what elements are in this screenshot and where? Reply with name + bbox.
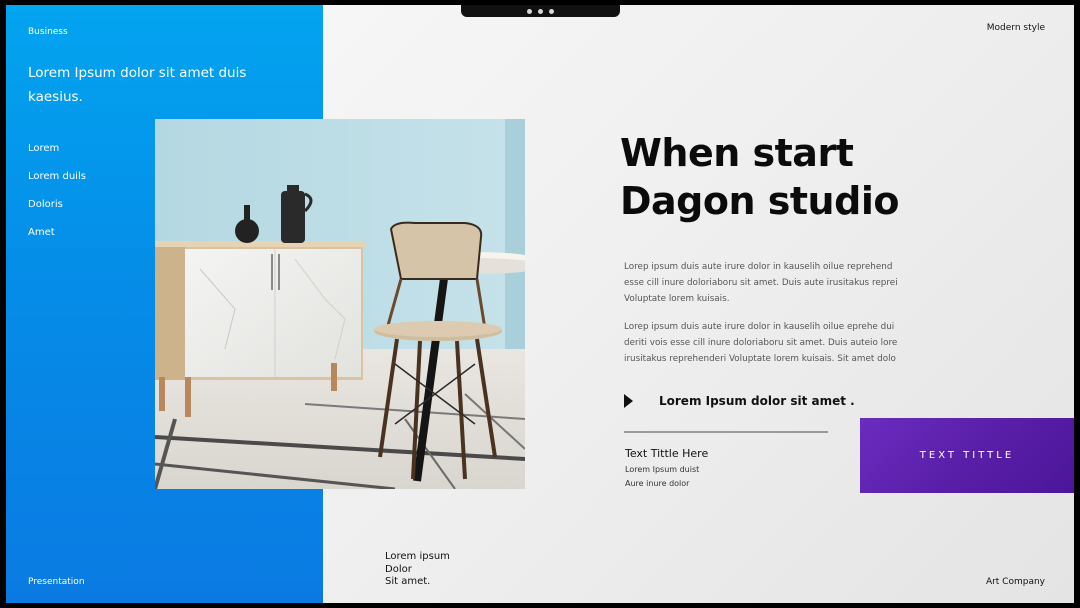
art-company-label: Art Company <box>985 577 1045 587</box>
interior-photo <box>155 119 525 489</box>
panel-menu: Lorem Lorem duils Doloris Amet <box>28 141 86 253</box>
highlight-text: Lorem Ipsum dolor sit amet . <box>659 394 855 408</box>
sub-line-1: Lorem Ipsum duist <box>625 465 700 474</box>
notch-dot <box>538 8 543 14</box>
text-title-button[interactable]: TEXT TITTLE <box>860 418 1074 493</box>
category-label: Business <box>28 27 68 37</box>
interior-photo-illustration <box>155 119 525 489</box>
slide: Business Lorem Ipsum dolor sit amet duis… <box>6 5 1074 603</box>
modern-style-label: Modern style <box>986 23 1045 33</box>
bottom-note: Lorem ipsum Dolor Sit amet. <box>385 551 450 589</box>
page-title: When start Dagon studio <box>620 129 1040 225</box>
title-line-2: Dagon studio <box>620 179 899 223</box>
sub-title: Text Tittle Here <box>625 447 709 460</box>
play-icon <box>624 394 633 408</box>
bottom-note-line-3: Sit amet. <box>385 576 431 587</box>
menu-item-lorem[interactable]: Lorem <box>28 141 86 169</box>
presentation-label: Presentation <box>28 577 85 587</box>
body-paragraph-1: Lorep ipsum duis aute irure dolor in kau… <box>624 262 898 304</box>
menu-item-amet[interactable]: Amet <box>28 225 86 253</box>
title-line-1: When start <box>620 131 854 175</box>
bottom-note-line-2: Dolor <box>385 563 412 575</box>
sub-line-2: Aure inure dolor <box>625 479 690 488</box>
panel-heading: Lorem Ipsum dolor sit amet duis kaesius. <box>28 65 247 105</box>
bottom-note-line-1: Lorem ipsum <box>385 551 450 562</box>
notch-dot <box>549 8 554 14</box>
divider <box>624 431 828 433</box>
highlight-row: Lorem Ipsum dolor sit amet . <box>624 394 855 408</box>
notch-dot <box>527 8 532 14</box>
top-notch <box>461 5 620 17</box>
menu-item-doloris[interactable]: Doloris <box>28 197 86 225</box>
body-paragraph-2: Lorep ipsum duis aute irure dolor in kau… <box>624 322 898 364</box>
menu-item-lorem-duils[interactable]: Lorem duils <box>28 169 86 197</box>
